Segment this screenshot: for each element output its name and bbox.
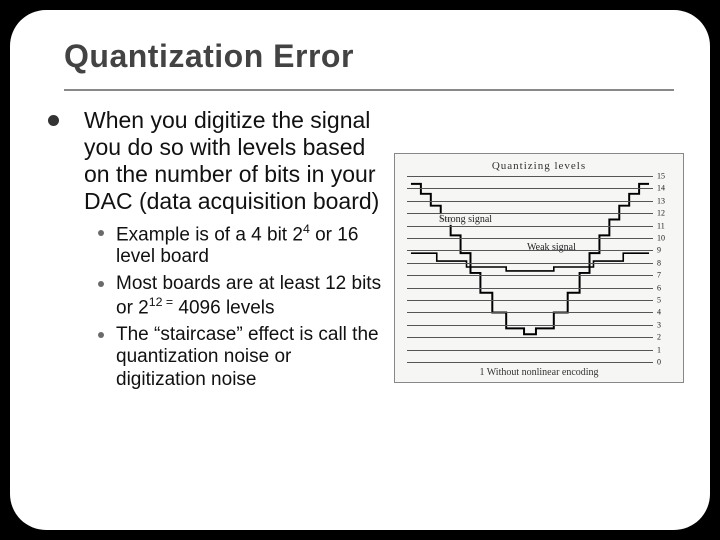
quantization-level-label: 5: [657, 296, 679, 305]
quantization-level-label: 8: [657, 258, 679, 267]
quantization-level-line: [407, 238, 653, 239]
quantization-level-line: [407, 213, 653, 214]
sub1-pre: Example is of a 4 bit 2: [116, 224, 303, 245]
quantization-level-line: [407, 288, 653, 289]
quantization-level-label: 14: [657, 184, 679, 193]
quantization-level-label: 15: [657, 172, 679, 181]
quantization-level-line: [407, 263, 653, 264]
strong-signal-label: Strong signal: [437, 214, 494, 225]
sub-bullet-1: Example is of a 4 bit 24 or 16 level boa…: [98, 222, 384, 269]
quantization-level-line: [407, 226, 653, 227]
sub-bullet-2: Most boards are at least 12 bits or 212 …: [98, 273, 384, 320]
quantization-level-label: 7: [657, 271, 679, 280]
quantization-level-label: 12: [657, 209, 679, 218]
sub2-post: 4096 levels: [173, 297, 274, 318]
sub1-sup: 4: [303, 222, 310, 236]
sub-bullet-list: Example is of a 4 bit 24 or 16 level boa…: [98, 222, 384, 392]
text-column: When you digitize the signal you do so w…: [64, 107, 384, 399]
quantization-level-label: 4: [657, 308, 679, 317]
quantization-level-line: [407, 337, 653, 338]
figure-column: Quantizing levels Strong signal Weak sig…: [394, 107, 684, 399]
quantization-level-label: 9: [657, 246, 679, 255]
bullet-main-text: When you digitize the signal you do so w…: [84, 107, 379, 214]
quantization-level-label: 6: [657, 283, 679, 292]
content-columns: When you digitize the signal you do so w…: [64, 107, 674, 399]
quantization-level-label: 3: [657, 320, 679, 329]
quantization-level-line: [407, 188, 653, 189]
quantization-level-line: [407, 312, 653, 313]
quantization-level-label: 2: [657, 333, 679, 342]
quantization-level-label: 1: [657, 345, 679, 354]
quantization-level-label: 0: [657, 358, 679, 367]
slide: Quantization Error When you digitize the…: [10, 10, 710, 530]
figure-title: Quantizing levels: [395, 160, 683, 172]
quantization-level-label: 11: [657, 221, 679, 230]
quantization-level-label: 13: [657, 196, 679, 205]
quantization-level-line: [407, 300, 653, 301]
bullet-main: When you digitize the signal you do so w…: [64, 107, 384, 391]
slide-title: Quantization Error: [64, 38, 674, 75]
quantization-level-line: [407, 325, 653, 326]
figure-plot-area: Strong signal Weak signal: [407, 176, 653, 360]
quantization-level-line: [407, 201, 653, 202]
quantization-level-line: [407, 350, 653, 351]
sub2-sup: 12 =: [149, 295, 173, 309]
figure-caption: 1 Without nonlinear encoding: [395, 367, 683, 378]
figure-svg: [407, 176, 653, 360]
bullet-list: When you digitize the signal you do so w…: [64, 107, 384, 391]
quantization-level-line: [407, 250, 653, 251]
quantization-figure: Quantizing levels Strong signal Weak sig…: [394, 153, 684, 383]
title-rule: [64, 89, 674, 91]
quantization-level-label: 10: [657, 234, 679, 243]
quantization-level-line: [407, 362, 653, 363]
quantization-level-line: [407, 176, 653, 177]
quantization-level-line: [407, 275, 653, 276]
sub-bullet-3: The “staircase” effect is call the quant…: [98, 324, 384, 391]
